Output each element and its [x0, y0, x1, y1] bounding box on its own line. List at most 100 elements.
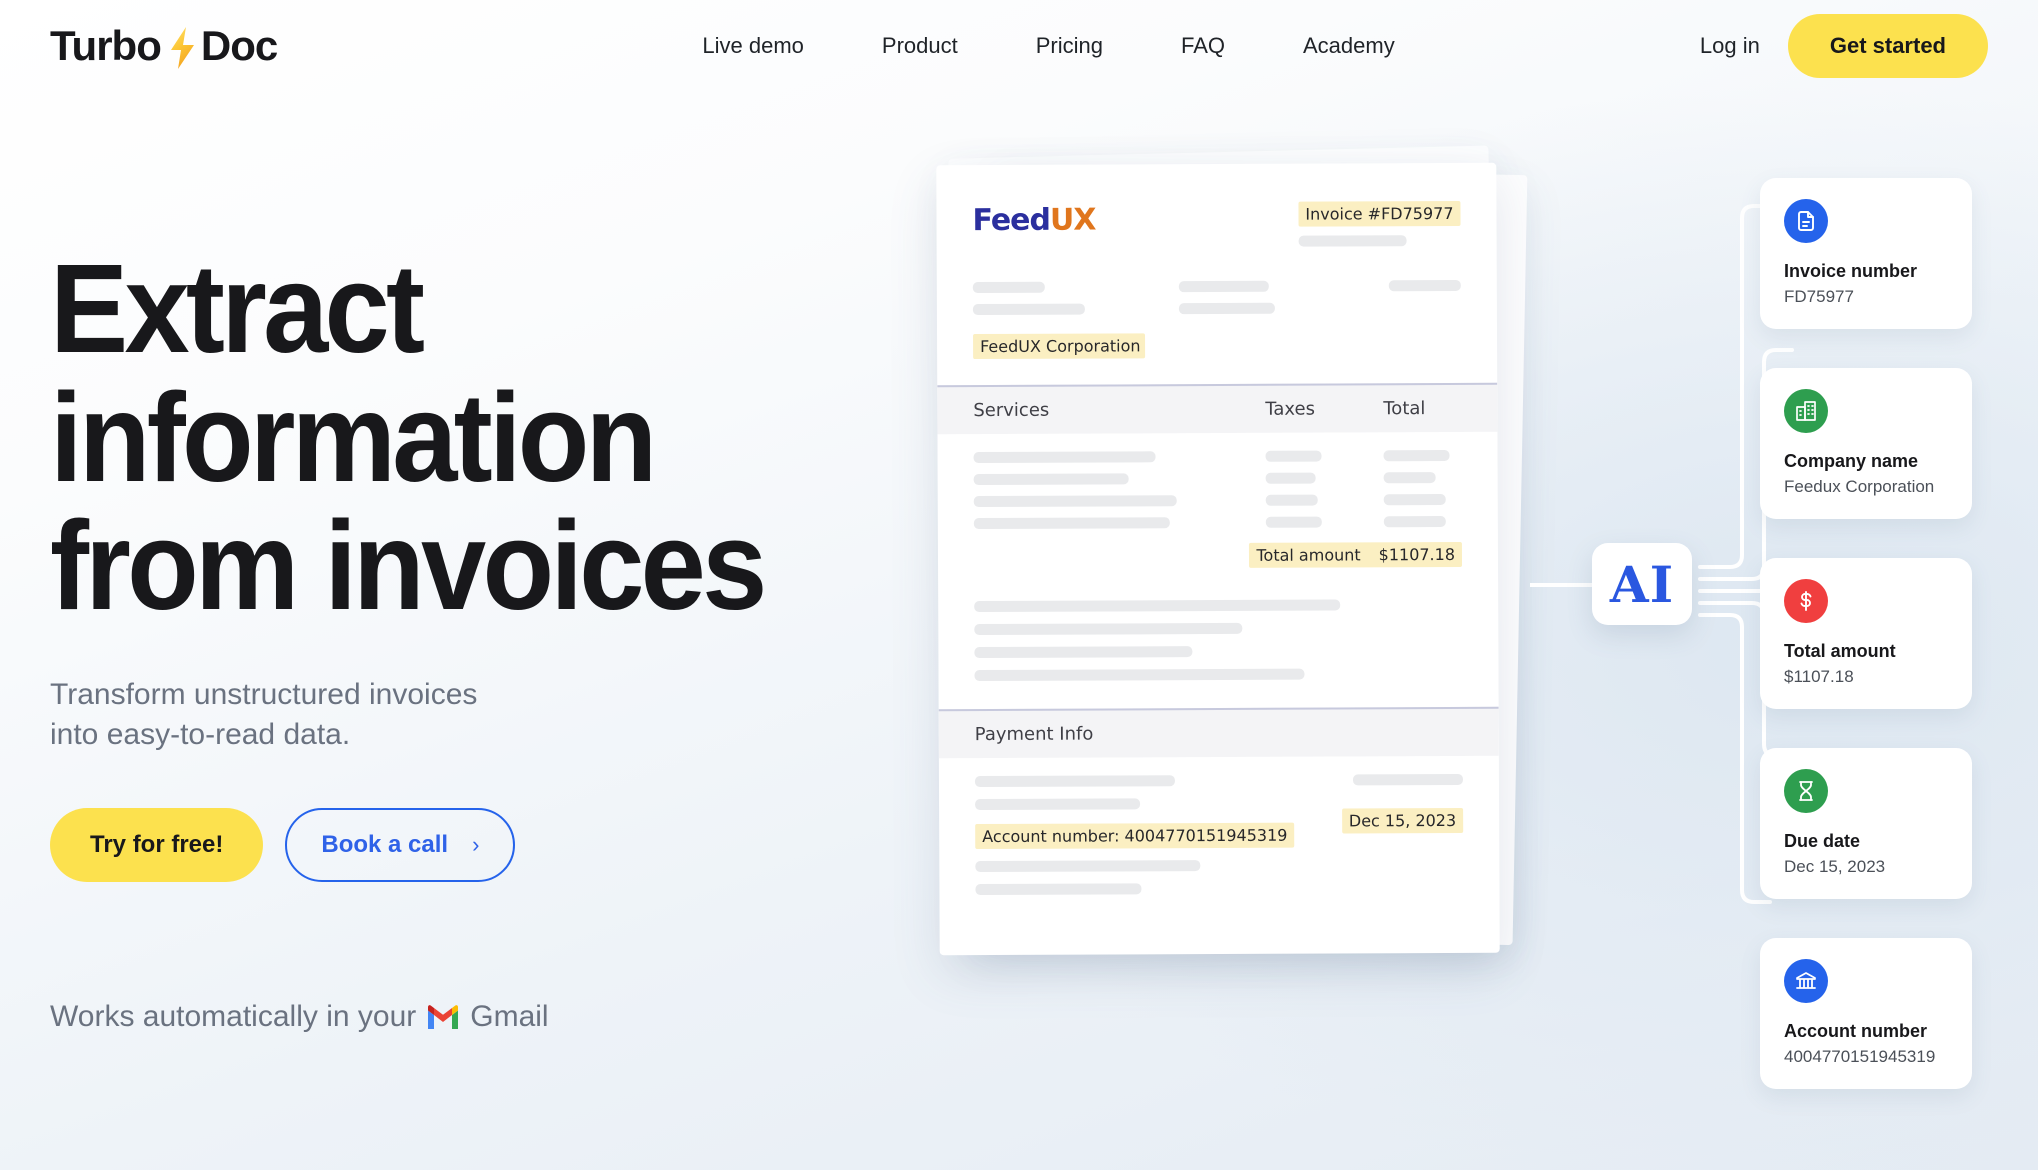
table-header-taxes: Taxes	[1265, 398, 1316, 420]
extraction-card-title: Company name	[1784, 451, 1919, 471]
headline-line-1: Extract	[50, 238, 425, 379]
invoice-document: FeedUX Invoice #FD75977 FeedUX Corporati…	[936, 162, 1500, 956]
skeleton-line	[973, 451, 1156, 464]
invoice-company-logo: FeedUX	[972, 203, 1095, 239]
extraction-card-invoice-number[interactable]: Invoice number FD75977	[1760, 178, 1972, 329]
total-amount-value: $1107.18	[1378, 544, 1456, 565]
headline-line-3: from invoices	[50, 495, 767, 637]
invoice-number-highlight: Invoice #FD75977	[1298, 200, 1461, 227]
skeleton-line	[975, 798, 1141, 811]
document-icon	[1784, 199, 1828, 243]
book-a-call-label: Book a call	[321, 830, 449, 858]
hero-subtitle: Transform unstructured invoices into eas…	[50, 675, 880, 756]
extraction-card-value: $1107.18	[1784, 667, 1854, 686]
payment-info-body: Account number: 4004770151945319 Dec 15,…	[974, 773, 1464, 896]
ai-badge-label: AI	[1609, 554, 1675, 614]
invoice-document-stack: FeedUX Invoice #FD75977 FeedUX Corporati…	[930, 140, 1570, 1020]
brand-name-before: Turbo	[50, 22, 162, 69]
chevron-right-icon: ›	[472, 831, 480, 857]
skeleton-line	[1178, 302, 1275, 315]
invoice-notes-paragraph	[974, 599, 1462, 682]
skeleton-line	[1265, 450, 1322, 462]
skeleton-line	[974, 646, 1193, 659]
skeleton-line	[973, 473, 1129, 486]
book-a-call-button[interactable]: Book a call ›	[285, 807, 516, 882]
hero-cta-row: Try for free! Book a call ›	[50, 807, 880, 882]
invoice-header: FeedUX Invoice #FD75977	[972, 200, 1461, 248]
skeleton-line	[1265, 494, 1318, 506]
company-name-highlight: FeedUX Corporation	[973, 333, 1146, 360]
building-icon	[1784, 389, 1828, 433]
skeleton-line	[972, 281, 1045, 294]
skeleton-line	[974, 775, 1175, 788]
hero-content: Extract information from invoices Transf…	[50, 238, 880, 1034]
main-navigation: Live demo Product Pricing FAQ Academy	[397, 33, 1700, 59]
invoice-number-block: Invoice #FD75977	[1298, 200, 1461, 247]
skeleton-line	[974, 668, 1305, 682]
extraction-card-due-date[interactable]: Due date Dec 15, 2023	[1760, 748, 1972, 899]
extraction-card-company-name[interactable]: Company name Feedux Corporation	[1760, 368, 1972, 519]
skeleton-line	[974, 599, 1341, 613]
invoice-total-row: Total amount $1107.18	[974, 541, 1463, 569]
extraction-card-value: Dec 15, 2023	[1784, 857, 1886, 876]
nav-item-product[interactable]: Product	[882, 33, 958, 59]
table-row	[973, 516, 1462, 530]
invoice-address-col-1: FeedUX Corporation	[972, 281, 1146, 360]
extraction-card-value: FD75977	[1784, 287, 1854, 306]
page-title: Extract information from invoices	[50, 238, 822, 637]
dollar-icon	[1784, 579, 1828, 623]
header-actions: Log in Get started	[1700, 14, 1988, 78]
skeleton-line	[973, 517, 1170, 530]
skeleton-line	[975, 860, 1201, 873]
due-date-highlight: Dec 15, 2023	[1341, 807, 1464, 834]
invoice-logo-part-1: Feed	[972, 202, 1051, 239]
skeleton-line	[974, 622, 1243, 636]
try-for-free-button[interactable]: Try for free!	[50, 807, 264, 882]
invoice-table-header: Services Taxes Total	[937, 382, 1498, 435]
table-row	[973, 449, 1462, 464]
extraction-cards-list: Invoice number FD75977 Company name Feed…	[1760, 178, 1972, 1128]
payment-info-header: Payment Info	[938, 706, 1499, 759]
table-header-services: Services	[973, 399, 1050, 422]
invoice-table-body	[973, 449, 1462, 530]
gmail-icon	[426, 1004, 460, 1030]
nav-item-live-demo[interactable]: Live demo	[702, 33, 804, 59]
gmail-note-text: Works automatically in your	[50, 999, 417, 1033]
extraction-card-title: Account number	[1784, 1021, 1928, 1041]
skeleton-line	[975, 883, 1142, 896]
skeleton-line	[1388, 279, 1461, 292]
table-row	[973, 494, 1462, 508]
gmail-label: Gmail	[470, 999, 549, 1033]
table-row	[973, 472, 1462, 486]
account-number-highlight: Account number: 4004770151945319	[975, 822, 1295, 850]
skeleton-line	[1265, 516, 1322, 528]
bank-icon	[1784, 959, 1828, 1003]
nav-item-pricing[interactable]: Pricing	[1036, 33, 1103, 59]
skeleton-line	[1265, 472, 1316, 484]
site-header: Turbo Doc Live demo Product Pricing FAQ …	[0, 0, 2038, 92]
table-header-total: Total	[1383, 398, 1426, 420]
nav-item-academy[interactable]: Academy	[1303, 33, 1395, 59]
extraction-card-total-amount[interactable]: Total amount $1107.18	[1760, 558, 1972, 709]
get-started-button[interactable]: Get started	[1787, 14, 1988, 78]
skeleton-line	[1383, 494, 1446, 506]
invoice-address-col-3	[1353, 279, 1461, 292]
lightning-bolt-icon	[165, 26, 199, 70]
extraction-card-title: Due date	[1784, 831, 1861, 851]
ai-badge: AI	[1592, 543, 1692, 625]
skeleton-line	[1383, 472, 1436, 484]
brand-logo[interactable]: Turbo Doc	[50, 22, 278, 70]
skeleton-line	[1352, 773, 1463, 786]
skeleton-line	[972, 303, 1085, 316]
invoice-address-col-2	[1178, 280, 1319, 315]
hourglass-icon	[1784, 769, 1828, 813]
gmail-integration-note: Works automatically in your Gmail	[50, 1000, 880, 1034]
extraction-card-account-number[interactable]: Account number 4004770151945319	[1760, 938, 1972, 1089]
total-amount-label: Total amount	[1256, 545, 1361, 565]
invoice-logo-part-2: UX	[1049, 202, 1096, 238]
invoice-address-block: FeedUX Corporation	[972, 279, 1461, 360]
skeleton-line	[1383, 516, 1446, 528]
nav-item-faq[interactable]: FAQ	[1181, 33, 1225, 59]
hero-subtitle-line-1: Transform unstructured invoices	[50, 677, 478, 711]
login-link[interactable]: Log in	[1700, 33, 1760, 59]
